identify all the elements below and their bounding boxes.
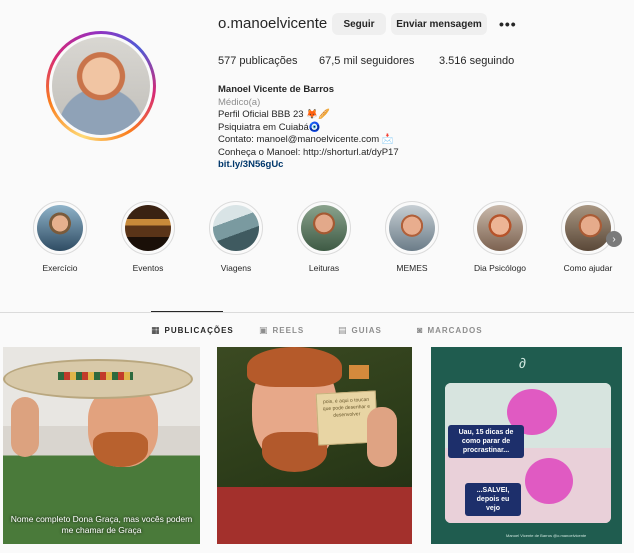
highlight-label: Dia Psicólogo [474, 263, 526, 273]
highlight-ring [209, 201, 263, 255]
post-footer-credit: Manoel Vicente de Barros @o.manoelvicent… [506, 533, 587, 538]
tab-tagged[interactable]: ◙ MARCADOS [417, 325, 483, 335]
post-hat-band [58, 372, 133, 380]
reels-icon: ▣ [259, 325, 269, 335]
meme-text-top: Uau, 15 dicas de como parar de procrasti… [448, 425, 524, 458]
profile-avatar-frame [49, 34, 153, 138]
profile-avatar-ring[interactable] [46, 31, 156, 141]
highlight-cover [125, 205, 171, 251]
tab-tagged-label: MARCADOS [427, 325, 483, 335]
post-hand [11, 397, 39, 457]
highlight-item[interactable]: MEMES [374, 201, 450, 273]
story-highlights: Exercício Eventos Viagens Leituras MEMES… [0, 201, 634, 281]
highlight-label: Eventos [132, 263, 164, 273]
highlight-ring [385, 201, 439, 255]
meme-text-bottom: ...SALVEI, depois eu vejo [465, 483, 521, 516]
highlight-ring [33, 201, 87, 255]
send-message-button[interactable]: Enviar mensagem [391, 13, 487, 35]
highlight-item[interactable]: Leituras [286, 201, 362, 273]
highlight-cover [213, 205, 259, 251]
highlight-label: MEMES [396, 263, 428, 273]
tagged-icon: ◙ [417, 325, 424, 335]
highlight-item[interactable]: Eventos [110, 201, 186, 273]
highlight-label: Exercício [42, 263, 78, 273]
highlight-cover [565, 205, 611, 251]
yarn-character [525, 458, 573, 504]
bio-name: Manoel Vicente de Barros [218, 84, 334, 95]
tab-guides-label: GUIAS [351, 326, 382, 335]
posts-count: 577 publicações [218, 55, 298, 67]
highlight-item[interactable]: Exercício [22, 201, 98, 273]
post-thumbnail[interactable]: ∂ Uau, 15 dicas de como parar de procras… [431, 347, 622, 544]
highlight-ring [297, 201, 351, 255]
post-hand [367, 407, 397, 467]
bio-line: Perfil Oficial BBB 23 🦊🥖 [218, 109, 330, 120]
highlight-cover [301, 205, 347, 251]
bio-category: Médico(a) [218, 96, 261, 108]
highlight-label: Como ajudar [563, 263, 613, 273]
followers-count[interactable]: 67,5 mil seguidores [319, 55, 439, 67]
post-meme-card: Uau, 15 dicas de como parar de procrasti… [445, 383, 611, 523]
active-tab-indicator [151, 311, 223, 312]
bio-line: Contato: manoel@manoelvicente.com 📩 [218, 134, 394, 145]
bio-line: Conheça o Manoel: http://shorturl.at/dyP… [218, 146, 399, 158]
tab-posts[interactable]: ▦ PUBLICAÇÕES [151, 325, 234, 336]
highlight-cover [37, 205, 83, 251]
profile-bio: Manoel Vicente de Barros Médico(a) Perfi… [218, 84, 399, 172]
bio-line: Psiquiatra em Cuiabá🧿 [218, 121, 321, 133]
highlight-label: Leituras [308, 263, 340, 273]
grid-icon: ▦ [151, 325, 161, 335]
highlight-label: Viagens [220, 263, 252, 273]
guides-icon: ▤ [338, 325, 348, 335]
highlight-cover [389, 205, 435, 251]
bio-link[interactable]: bit.ly/3N56gUc [218, 159, 399, 172]
tab-reels-label: REELS [272, 326, 305, 335]
brand-logo-icon: ∂ [519, 355, 526, 371]
post-caption: Nome completo Dona Graça, mas vocês pode… [10, 514, 193, 535]
highlight-cover [477, 205, 523, 251]
more-options-icon[interactable]: ••• [499, 16, 517, 32]
highlight-item[interactable]: Viagens [198, 201, 274, 273]
post-flag [349, 365, 369, 379]
post-person-beard [93, 432, 148, 467]
post-thumbnail[interactable]: pois, é aqui o toucan que pode desenhar … [217, 347, 412, 544]
post-person-hair [247, 347, 342, 387]
tab-posts-label: PUBLICAÇÕES [164, 326, 234, 335]
highlight-ring [121, 201, 175, 255]
profile-username: o.manoelvicente [218, 15, 328, 32]
tab-reels[interactable]: ▣ REELS [259, 325, 304, 336]
highlight-item[interactable]: Dia Psicólogo [462, 201, 538, 273]
tabs-divider [0, 312, 634, 313]
profile-stats: 577 publicações 67,5 mil seguidores 3.51… [218, 55, 514, 67]
tab-guides[interactable]: ▤ GUIAS [338, 325, 382, 336]
post-shirt [217, 487, 412, 544]
chevron-right-icon[interactable]: › [606, 231, 622, 247]
follow-button[interactable]: Seguir [332, 13, 386, 35]
highlight-ring [473, 201, 527, 255]
following-count[interactable]: 3.516 seguindo [439, 55, 514, 67]
avatar[interactable] [52, 37, 150, 135]
highlight-ring [561, 201, 615, 255]
post-thumbnail[interactable]: Nome completo Dona Graça, mas vocês pode… [3, 347, 200, 544]
